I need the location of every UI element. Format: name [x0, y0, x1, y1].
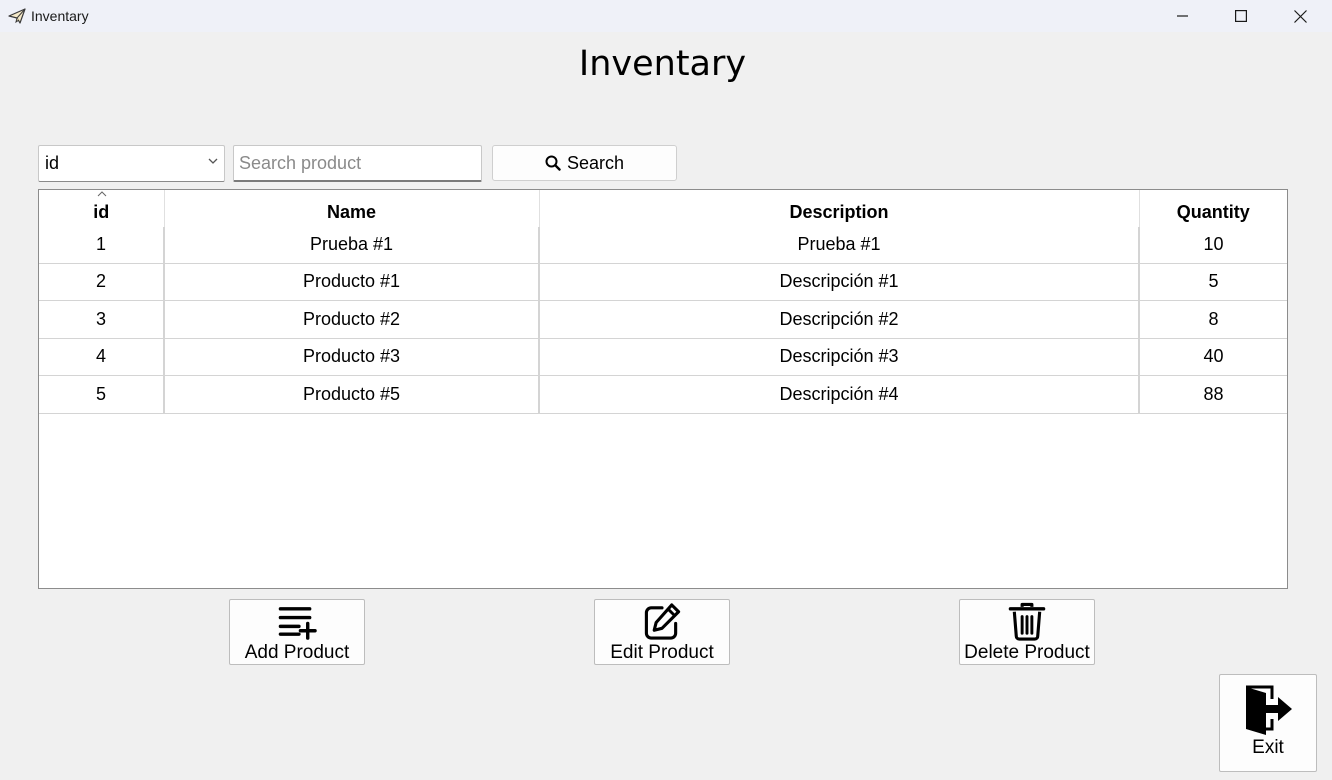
edit-icon	[644, 603, 681, 640]
inventory-window: Inventary Inventary id Search product Se…	[0, 0, 1332, 780]
cell-id: 3	[39, 300, 165, 339]
cell-name: Prueba #1	[164, 227, 540, 264]
trash-icon	[1008, 602, 1046, 641]
chevron-down-icon	[208, 158, 218, 164]
exit-button[interactable]: Exit	[1219, 674, 1317, 772]
cell-description: Descripción #3	[539, 338, 1140, 376]
paper-plane-icon	[8, 8, 26, 24]
add-product-button[interactable]: Add Product	[229, 599, 365, 665]
column-header-quantity[interactable]: Quantity	[1139, 190, 1287, 227]
table-row[interactable]: 3 Producto #2 Descripción #2 8	[39, 300, 1287, 339]
cell-id: 5	[39, 375, 165, 414]
search-button-label: Search	[566, 152, 625, 173]
cell-description: Descripción #1	[539, 263, 1140, 301]
cell-description: Descripción #4	[539, 375, 1140, 414]
maximize-icon	[1235, 10, 1247, 22]
column-header-description[interactable]: Description	[539, 190, 1140, 227]
exit-label: Exit	[1252, 737, 1284, 758]
search-input[interactable]	[233, 145, 482, 182]
close-button[interactable]	[1277, 0, 1323, 32]
edit-product-label: Edit Product	[610, 642, 714, 663]
page-title: Inventary	[578, 44, 747, 84]
cell-quantity: 40	[1139, 338, 1287, 376]
close-icon	[1293, 9, 1307, 23]
cell-quantity: 88	[1139, 375, 1287, 414]
table-row[interactable]: 2 Producto #1 Descripción #1 5	[39, 263, 1287, 301]
cell-quantity: 5	[1139, 263, 1287, 301]
cell-id: 1	[39, 227, 165, 264]
column-header-id[interactable]: id	[39, 190, 165, 227]
add-product-label: Add Product	[244, 642, 350, 663]
table-row[interactable]: 1 Prueba #1 Prueba #1 10	[39, 227, 1287, 264]
minimize-button[interactable]	[1160, 0, 1206, 32]
window-title: Inventary	[31, 8, 89, 24]
cell-description: Prueba #1	[539, 227, 1140, 264]
title-bar: Inventary	[0, 0, 1332, 32]
delete-product-label: Delete Product	[964, 642, 1090, 663]
cell-name: Producto #2	[164, 300, 540, 339]
search-field-value: id	[45, 153, 60, 173]
search-icon	[545, 155, 561, 171]
sort-ascending-icon	[97, 191, 107, 197]
cell-name: Producto #1	[164, 263, 540, 301]
cell-id: 4	[39, 338, 165, 376]
products-table[interactable]: id Name Description Quantity 1 Prueba #1…	[38, 189, 1288, 589]
edit-product-button[interactable]: Edit Product	[594, 599, 730, 665]
delete-product-button[interactable]: Delete Product	[959, 599, 1095, 665]
search-button[interactable]: Search	[492, 145, 677, 181]
column-header-name[interactable]: Name	[164, 190, 540, 227]
minimize-icon	[1177, 15, 1188, 17]
table-row[interactable]: 5 Producto #5 Descripción #4 88	[39, 375, 1287, 414]
table-row[interactable]: 4 Producto #3 Descripción #3 40	[39, 338, 1287, 376]
cell-name: Producto #3	[164, 338, 540, 376]
cell-description: Descripción #2	[539, 300, 1140, 339]
cell-name: Producto #5	[164, 375, 540, 414]
table-header-row: id Name Description Quantity	[39, 190, 1287, 227]
cell-quantity: 10	[1139, 227, 1287, 264]
maximize-button[interactable]	[1218, 0, 1264, 32]
exit-door-icon	[1246, 685, 1292, 735]
cell-id: 2	[39, 263, 165, 301]
search-field-select[interactable]: id	[38, 145, 225, 182]
cell-quantity: 8	[1139, 300, 1287, 339]
add-list-icon	[278, 607, 317, 640]
